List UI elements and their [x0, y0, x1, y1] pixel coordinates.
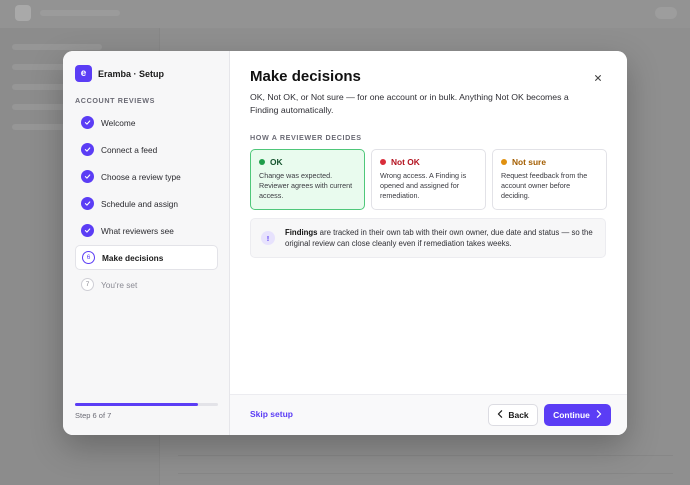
step-youre-set[interactable]: 7 You're set [75, 272, 218, 297]
option-label: Not sure [512, 157, 546, 167]
step-choose-review-type[interactable]: Choose a review type [75, 164, 218, 189]
note-bold: Findings [285, 228, 318, 237]
close-icon[interactable] [591, 71, 605, 85]
wizard-progress-fill [75, 403, 198, 406]
background-logo [15, 5, 31, 21]
skip-setup-link[interactable]: Skip setup [250, 409, 293, 419]
brand-name: Eramba · Setup [98, 68, 165, 79]
check-icon [81, 116, 94, 129]
brand: e Eramba · Setup [75, 65, 164, 82]
back-button[interactable]: Back [488, 404, 538, 426]
step-connect-feed[interactable]: Connect a feed [75, 137, 218, 162]
background-row [178, 456, 673, 474]
background-avatar [655, 7, 677, 19]
background-title-placeholder [40, 10, 120, 16]
back-label: Back [508, 410, 529, 420]
check-icon [81, 197, 94, 210]
step-label: Schedule and assign [101, 198, 179, 209]
wizard-progress-bar [75, 403, 218, 406]
sidebar-section-title: ACCOUNT REVIEWS [75, 96, 156, 105]
wizard-content: Make decisions OK, Not OK, or Not sure —… [230, 51, 627, 435]
chevron-left-icon [497, 410, 503, 420]
step-number-badge: 6 [82, 251, 95, 264]
continue-button[interactable]: Continue [544, 404, 611, 426]
note-text: Findings are tracked in their own tab wi… [285, 227, 595, 249]
option-description: Request feedback from the account owner … [501, 171, 588, 200]
option-description: Change was expected. Reviewer agrees wit… [259, 171, 353, 200]
option-not-sure-card[interactable]: Not sure Request feedback from the accou… [492, 149, 607, 210]
info-icon: ! [261, 231, 275, 245]
findings-info-note: ! Findings are tracked in their own tab … [250, 218, 606, 258]
option-label: Not OK [391, 157, 420, 167]
page-title: Make decisions [250, 68, 361, 85]
chevron-right-icon [596, 410, 602, 420]
wizard-footer: Skip setup Back Continue [230, 394, 627, 435]
check-icon [81, 143, 94, 156]
step-schedule-assign[interactable]: Schedule and assign [75, 191, 218, 216]
status-dot-icon [501, 159, 507, 165]
option-description: Wrong access. A Finding is opened and as… [380, 171, 467, 200]
option-not-ok-card[interactable]: Not OK Wrong access. A Finding is opened… [371, 149, 486, 210]
background-placeholder [12, 44, 102, 50]
step-label: What reviewers see [101, 225, 174, 236]
eramba-logo: e [75, 65, 92, 82]
continue-label: Continue [553, 410, 590, 420]
background-topbar [0, 0, 690, 28]
step-count: Step 6 of 7 [75, 411, 112, 420]
wizard-sidebar: e Eramba · Setup ACCOUNT REVIEWS Welcome… [63, 51, 230, 435]
check-icon [81, 170, 94, 183]
step-label: Connect a feed [101, 144, 158, 155]
step-welcome[interactable]: Welcome [75, 110, 218, 135]
step-label: Make decisions [102, 252, 164, 263]
step-label: Choose a review type [101, 171, 181, 182]
section-title: HOW A REVIEWER DECIDES [250, 133, 362, 142]
status-dot-icon [380, 159, 386, 165]
option-label: OK [270, 157, 283, 167]
step-number-badge: 7 [81, 278, 94, 291]
page-subtitle: OK, Not OK, or Not sure — for one accoun… [250, 92, 569, 115]
step-list: Welcome Connect a feed Choose a review t… [75, 110, 218, 299]
status-dot-icon [259, 159, 265, 165]
decision-options: OK Change was expected. Reviewer agrees … [250, 149, 607, 210]
check-icon [81, 224, 94, 237]
note-body: are tracked in their own tab with their … [285, 228, 593, 248]
step-what-reviewers-see[interactable]: What reviewers see [75, 218, 218, 243]
step-make-decisions[interactable]: 6 Make decisions [75, 245, 218, 270]
step-label: You're set [101, 279, 138, 290]
setup-modal: e Eramba · Setup ACCOUNT REVIEWS Welcome… [63, 51, 627, 435]
background-row [178, 438, 673, 456]
option-ok-card[interactable]: OK Change was expected. Reviewer agrees … [250, 149, 365, 210]
step-label: Welcome [101, 117, 136, 128]
